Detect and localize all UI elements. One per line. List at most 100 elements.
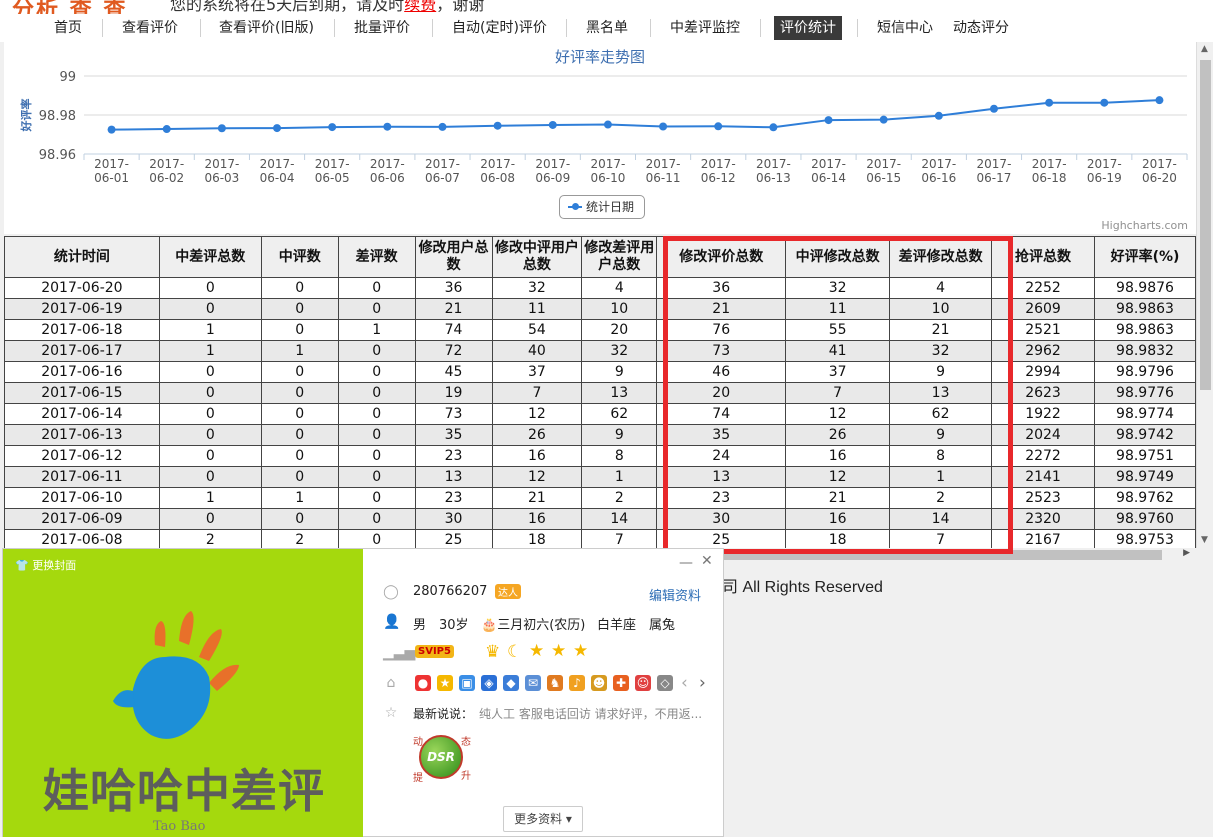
chevron-left-icon[interactable]: ‹ [681, 674, 688, 692]
dsr-char: 升 [461, 771, 471, 782]
table-cell: 0 [158, 508, 262, 530]
renew-link[interactable]: 续费 [404, 0, 436, 14]
star-badge-icon[interactable]: ★ [437, 675, 453, 691]
svip-badge[interactable]: SVIP5 [415, 645, 454, 658]
x-tick-label: 2017- [480, 157, 515, 171]
vertical-scrollbar[interactable]: ▲ ▼ [1196, 42, 1213, 548]
table-cell: 2017-06-08 [4, 529, 160, 548]
chart-legend[interactable]: 统计日期 [559, 195, 645, 219]
security-icon[interactable]: ◆ [503, 675, 519, 691]
table-cell: 2017-06-17 [4, 340, 160, 362]
table-cell: 74 [414, 319, 493, 341]
table-cell: 12 [491, 403, 583, 425]
x-tick-label: 2017- [149, 157, 184, 171]
nav-view-reviews-old[interactable]: 查看评价(旧版) [213, 16, 320, 40]
chart-credits[interactable]: Highcharts.com [1101, 219, 1188, 232]
penguin-icon[interactable]: ● [415, 675, 431, 691]
scroll-up-icon[interactable]: ▲ [1201, 44, 1208, 54]
birthday-text: 三月初六(农历) [497, 618, 586, 633]
minimize-icon[interactable]: — [679, 555, 693, 571]
cover-subtitle: Tao Bao [153, 819, 206, 834]
shield-icon[interactable]: ◈ [481, 675, 497, 691]
status-text[interactable]: 纯人工 客服电话回访 请求好评，不用返... [479, 705, 702, 722]
photo-icon[interactable]: ▣ [459, 675, 475, 691]
table-cell: 45 [414, 361, 493, 383]
x-tick-label: 06-08 [480, 171, 515, 185]
table-cell: 2017-06-13 [4, 424, 160, 446]
pet-icon[interactable]: ☻ [591, 675, 607, 691]
logo: 分析 查 查 [12, 0, 128, 14]
table-cell: 0 [158, 361, 262, 383]
column-header[interactable]: 修改中评用户总数 [491, 236, 583, 278]
mail-icon[interactable]: ✉ [525, 675, 541, 691]
column-header[interactable]: 差评数 [337, 236, 416, 278]
column-header[interactable]: 好评率(%) [1093, 236, 1196, 278]
table-cell: 25 [414, 529, 493, 548]
table-row: 2017-06-20 0 0 0 36 32 4 36 32 4 2252 98.9876 [4, 277, 1196, 299]
nav-sms-center[interactable]: 短信中心 [871, 16, 939, 40]
x-tick-label: 06-01 [94, 171, 129, 185]
edit-profile-link[interactable]: 编辑资料 [649, 585, 701, 604]
table-cell: 0 [337, 382, 416, 404]
table-cell: 2017-06-11 [4, 466, 160, 488]
table-cell: 13 [414, 466, 493, 488]
x-tick-label: 2017- [646, 157, 681, 171]
table-cell: 35 [414, 424, 493, 446]
column-header[interactable]: 修改用户总数 [414, 236, 493, 278]
column-header[interactable]: 统计时间 [4, 236, 160, 278]
nav-blacklist[interactable]: 黑名单 [580, 16, 634, 40]
column-header[interactable]: 中评数 [260, 236, 339, 278]
table-row: 2017-06-19 0 0 0 21 11 10 21 11 10 2609 98.9863 [4, 298, 1196, 320]
nav-batch-review[interactable]: 批量评价 [348, 16, 416, 40]
table-cell: 8 [581, 445, 658, 467]
nav-auto-review[interactable]: 自动(定时)评价 [446, 16, 553, 40]
star-outline-icon: ☆ [384, 705, 398, 721]
table-cell: 32 [581, 340, 658, 362]
table-cell: 2017-06-12 [4, 445, 160, 467]
scroll-right-icon[interactable]: ▶ [1183, 548, 1190, 558]
nav-dynamic-score[interactable]: 动态评分 [947, 16, 1015, 40]
cover-title: 娃哈哈中差评 [43, 764, 325, 818]
badge-icon[interactable]: ✚ [613, 675, 629, 691]
data-point [438, 122, 447, 131]
scrollbar-thumb[interactable] [1200, 60, 1211, 390]
x-tick-label: 2017- [977, 157, 1012, 171]
nav-divider [760, 19, 761, 37]
nav-home[interactable]: 首页 [48, 16, 88, 40]
dsr-char: 态 [461, 737, 471, 748]
chevron-right-icon[interactable]: › [699, 674, 706, 692]
table-cell: 2 [158, 529, 262, 548]
table-cell: 1 [337, 319, 416, 341]
diamond-icon[interactable]: ◇ [657, 675, 673, 691]
face-icon[interactable]: ☺ [635, 675, 651, 691]
table-cell: 26 [491, 424, 583, 446]
table-cell: 2 [260, 529, 339, 548]
nav-review-stats[interactable]: 评价统计 [774, 16, 842, 40]
star-icon: ★ [529, 641, 545, 661]
more-info-button[interactable]: 更多资料 ▾ [503, 806, 583, 832]
game-icon[interactable]: ♞ [547, 675, 563, 691]
nav-divider [102, 19, 103, 37]
close-icon[interactable]: ✕ [701, 553, 713, 569]
music-icon[interactable]: ♪ [569, 675, 585, 691]
dsr-badge[interactable]: DSR [419, 735, 463, 779]
scroll-down-icon[interactable]: ▼ [1201, 535, 1208, 545]
table-row: 2017-06-16 0 0 0 45 37 9 46 37 9 2994 98.9796 [4, 361, 1196, 383]
x-tick-label: 06-14 [811, 171, 846, 185]
column-header[interactable]: 修改差评用户总数 [581, 236, 658, 278]
table-cell: 98.9863 [1093, 319, 1196, 341]
profile-info: — ✕ ◯ 280766207 达人 编辑资料 👤 男 30岁 🎂三月初六(农历… [363, 549, 725, 837]
nav-bad-review-monitor[interactable]: 中差评监控 [664, 16, 746, 40]
data-point [328, 123, 337, 132]
table-cell: 2017-06-15 [4, 382, 160, 404]
table-cell: 12 [491, 466, 583, 488]
x-tick-label: 2017- [811, 157, 846, 171]
data-point [934, 111, 943, 120]
nav-view-reviews[interactable]: 查看评价 [116, 16, 184, 40]
column-header[interactable]: 中差评总数 [158, 236, 262, 278]
table-cell: 20 [581, 319, 658, 341]
expiry-notice: 您的系统将在5天后到期，请及时续费，谢谢 [170, 0, 484, 14]
table-cell: 98.9876 [1093, 277, 1196, 299]
table-cell: 2 [581, 487, 658, 509]
table-cell: 0 [337, 340, 416, 362]
